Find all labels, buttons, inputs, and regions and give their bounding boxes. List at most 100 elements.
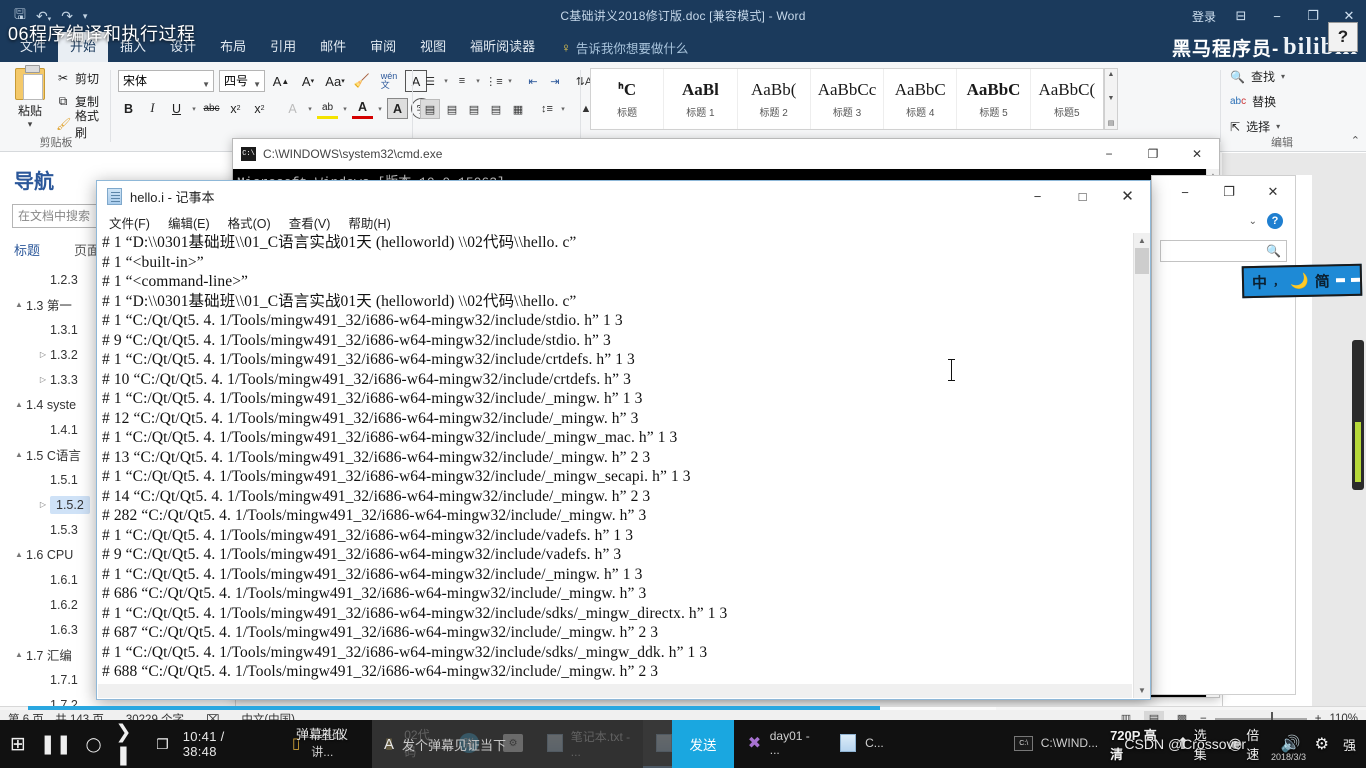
bullets-caret-icon[interactable]: ▾ bbox=[442, 77, 450, 85]
menu-help[interactable]: 帮助(H) bbox=[348, 213, 390, 232]
cmd-close-button[interactable]: ✕ bbox=[1175, 139, 1219, 169]
underline-caret-icon[interactable]: ▾ bbox=[190, 105, 198, 113]
taskbar-item-day01[interactable]: ✖ day01 - ... bbox=[734, 720, 826, 768]
ime-script-label[interactable]: 简 bbox=[1314, 270, 1330, 291]
cmd-minimize-button[interactable]: − bbox=[1087, 139, 1131, 169]
tab-view[interactable]: 视图 bbox=[408, 32, 458, 62]
paste-dropdown-caret[interactable]: ▾ bbox=[8, 119, 52, 130]
style-item[interactable]: AaBbC( 标题5 bbox=[1031, 69, 1103, 129]
restore-button[interactable]: ❐ bbox=[1302, 8, 1324, 24]
ribbon-display-options-icon[interactable]: ⊟ bbox=[1230, 8, 1252, 24]
style-item[interactable]: AaBbCc 标题 3 bbox=[811, 69, 885, 129]
format-painter-button[interactable]: 🖌 格式刷 bbox=[56, 109, 110, 140]
notepad-horizontal-scrollbar[interactable] bbox=[98, 684, 1132, 698]
numbering-caret-icon[interactable]: ▾ bbox=[474, 77, 482, 85]
moon-icon[interactable]: 🌙 bbox=[1290, 272, 1309, 290]
ime-keyboard-icon[interactable] bbox=[1350, 277, 1361, 282]
scroll-up-icon[interactable]: ▲ bbox=[1134, 233, 1150, 248]
ime-mode-label[interactable]: 中 bbox=[1252, 271, 1267, 292]
change-case-icon[interactable]: Aa ▾ bbox=[324, 70, 346, 92]
nav-tab-headings[interactable]: 标题 bbox=[14, 240, 40, 259]
font-color-icon[interactable]: A bbox=[352, 98, 373, 119]
decrease-indent-icon[interactable]: ⇤ bbox=[523, 71, 543, 91]
notepad-vertical-scrollbar[interactable]: ▲ ▼ bbox=[1133, 233, 1150, 698]
ime-punctuation-icon[interactable]: ， bbox=[1273, 273, 1284, 289]
collapse-ribbon-icon[interactable]: ⌃ bbox=[1351, 134, 1360, 147]
tell-me-box[interactable]: ♀ 告诉我你想要做什么 bbox=[561, 38, 688, 57]
video-progress-bar[interactable] bbox=[0, 706, 1366, 711]
style-item[interactable]: AaBb( 标题 2 bbox=[738, 69, 811, 129]
next-button[interactable]: ❯❚ bbox=[115, 721, 142, 767]
phonetic-guide-icon[interactable]: wén 文 bbox=[378, 70, 400, 92]
grow-font-icon[interactable]: A ▲ bbox=[270, 70, 292, 92]
bullets-icon[interactable]: ☰ bbox=[420, 71, 440, 91]
taskbar-item-cmd[interactable]: C:\ C:\WIND... bbox=[1002, 720, 1110, 768]
twisty-icon[interactable]: ▲ bbox=[12, 650, 26, 659]
multilevel-list-icon[interactable]: ⋮≡ bbox=[484, 71, 504, 91]
line-spacing-icon[interactable]: ↕≡ bbox=[537, 99, 557, 119]
shrink-font-icon[interactable]: A ▾ bbox=[297, 70, 319, 92]
notepad-close-button[interactable]: ✕ bbox=[1105, 181, 1150, 211]
danmaku-send-button[interactable]: 发送 bbox=[672, 720, 734, 768]
task-pane-search-input[interactable]: 🔍 bbox=[1160, 240, 1287, 262]
cmd-restore-button[interactable]: ❐ bbox=[1131, 139, 1175, 169]
twisty-icon[interactable]: ▷ bbox=[36, 500, 50, 509]
cut-button[interactable]: ✂ 剪切 bbox=[56, 68, 110, 88]
signin-link[interactable]: 登录 bbox=[1192, 8, 1216, 25]
line-spacing-caret-icon[interactable]: ▾ bbox=[559, 105, 567, 113]
tab-mailings[interactable]: 邮件 bbox=[308, 32, 358, 62]
highlight-color-icon[interactable]: ab bbox=[317, 98, 338, 119]
danmaku-gift-label[interactable]: 弹幕礼仪 bbox=[296, 724, 348, 743]
settings-button[interactable]: ⚙ bbox=[1315, 734, 1329, 754]
numbering-icon[interactable]: ≡ bbox=[452, 71, 472, 91]
scroll-down-icon[interactable]: ▼ bbox=[1108, 95, 1115, 102]
text-effects-icon[interactable]: A bbox=[282, 98, 303, 119]
style-gallery-scrollbar[interactable]: ▲ ▼ ▤ bbox=[1104, 68, 1118, 130]
justify-icon[interactable]: ▤ bbox=[486, 99, 506, 119]
notepad-minimize-button[interactable]: − bbox=[1015, 181, 1060, 211]
align-center-icon[interactable]: ▤ bbox=[442, 99, 462, 119]
scroll-up-icon[interactable]: ▲ bbox=[1108, 71, 1115, 78]
multilevel-caret-icon[interactable]: ▾ bbox=[506, 77, 514, 85]
text-effects-caret-icon[interactable]: ▾ bbox=[306, 105, 314, 113]
align-left-icon[interactable]: ▤ bbox=[420, 99, 440, 119]
ime-toolbox-icon[interactable] bbox=[1335, 278, 1345, 283]
twisty-icon[interactable]: ▲ bbox=[12, 400, 26, 409]
find-button[interactable]: 🔍 查找 ▾ bbox=[1230, 66, 1342, 87]
bold-icon[interactable]: B bbox=[118, 98, 139, 119]
paste-button[interactable]: 粘贴 ▾ bbox=[8, 65, 52, 130]
menu-edit[interactable]: 编辑(E) bbox=[168, 213, 210, 232]
notepad-maximize-button[interactable]: □ bbox=[1060, 181, 1105, 211]
highlight-caret-icon[interactable]: ▾ bbox=[341, 105, 349, 113]
twisty-icon[interactable]: ▷ bbox=[36, 375, 50, 384]
menu-file[interactable]: 文件(F) bbox=[109, 213, 150, 232]
italic-icon[interactable]: I bbox=[142, 98, 163, 119]
notepad-text-area[interactable]: # 1 “D:\\0301基础班\\01_C语言实战01天 (helloworl… bbox=[98, 233, 1149, 698]
taskbar-item-c-file[interactable]: C... bbox=[826, 720, 896, 768]
taskpane-close-button[interactable]: ✕ bbox=[1251, 176, 1295, 208]
clear-formatting-icon[interactable]: 🧹 bbox=[351, 70, 373, 92]
tab-foxit-reader[interactable]: 福昕阅读器 bbox=[458, 32, 547, 62]
twisty-icon[interactable]: ▷ bbox=[36, 350, 50, 359]
taskpane-maximize-button[interactable]: ❐ bbox=[1207, 176, 1251, 208]
twisty-icon[interactable]: ▲ bbox=[12, 450, 26, 459]
style-item[interactable]: ᑋC 标题 bbox=[591, 69, 665, 129]
find-caret-icon[interactable]: ▾ bbox=[1281, 72, 1285, 81]
style-more-icon[interactable]: ▤ bbox=[1108, 119, 1115, 127]
replace-button[interactable]: abc 替换 bbox=[1230, 91, 1342, 112]
stop-button[interactable]: ◯ bbox=[86, 736, 102, 753]
align-right-icon[interactable]: ▤ bbox=[464, 99, 484, 119]
tab-references[interactable]: 引用 bbox=[258, 32, 308, 62]
twisty-icon[interactable]: ▲ bbox=[12, 300, 26, 309]
style-item[interactable]: AaBl 标题 1 bbox=[664, 69, 738, 129]
underline-icon[interactable]: U bbox=[166, 98, 187, 119]
tab-review[interactable]: 审阅 bbox=[358, 32, 408, 62]
twisty-icon[interactable]: ▲ bbox=[12, 550, 26, 559]
tab-layout[interactable]: 布局 bbox=[208, 32, 258, 62]
style-item[interactable]: AaBbC 标题 5 bbox=[957, 69, 1031, 129]
style-gallery[interactable]: ᑋC 标题 AaBl 标题 1 AaBb( 标题 2 AaBbCc 标题 3 A… bbox=[590, 68, 1104, 130]
fullscreen-button[interactable]: 强 bbox=[1343, 735, 1356, 754]
scroll-down-icon[interactable]: ▼ bbox=[1134, 683, 1150, 698]
task-view-icon[interactable]: ❐ bbox=[156, 736, 169, 753]
ime-status-bar[interactable]: 中 ， 🌙 简 bbox=[1241, 263, 1363, 299]
